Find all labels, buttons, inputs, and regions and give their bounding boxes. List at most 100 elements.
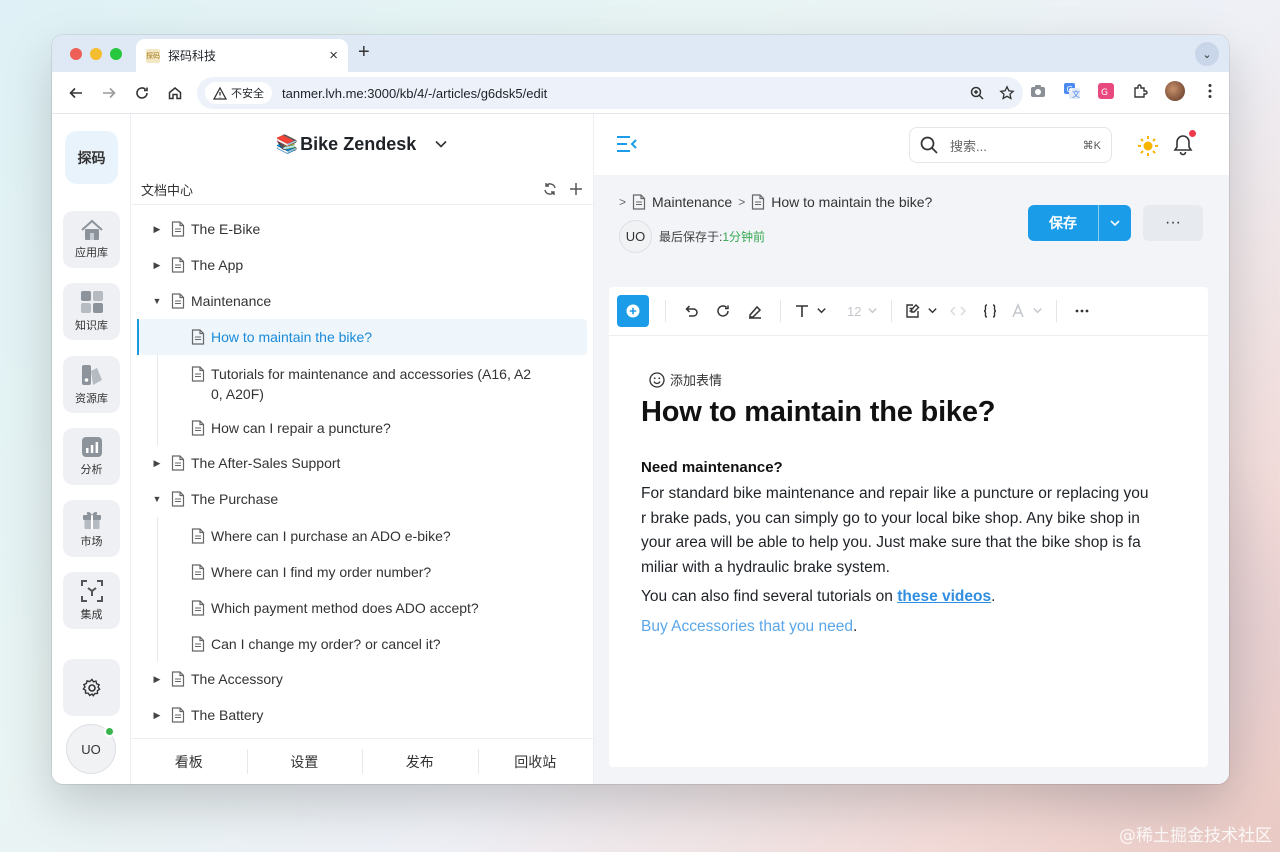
add-emoji-button[interactable]: 添加表情 — [649, 370, 1176, 389]
global-search[interactable]: 搜索... ⌘K — [909, 127, 1112, 163]
tree-label: Where can I purchase an ADO e-bike? — [211, 528, 451, 544]
app-logo[interactable]: 探码 — [65, 131, 118, 184]
app-rail: 探码 应用库 知识库 资源库 分析 市场 集成 UO — [52, 114, 131, 784]
rail-item-knowledge-base[interactable]: 知识库 — [63, 283, 120, 340]
notification-dot — [1189, 130, 1196, 137]
back-button[interactable] — [62, 79, 90, 107]
document-body[interactable]: 添加表情 How to maintain the bike? Need main… — [609, 370, 1208, 639]
article-paragraph[interactable]: For standard bike maintenance and repair… — [641, 482, 1176, 580]
tree-node-repair-puncture[interactable]: How can I repair a puncture? — [131, 409, 593, 445]
tree-node-change-order[interactable]: Can I change my order? or cancel it? — [131, 625, 593, 661]
author-avatar[interactable]: UO — [619, 220, 652, 253]
clear-format-button[interactable] — [740, 295, 770, 327]
tree-node-where-purchase[interactable]: Where can I purchase an ADO e-bike? — [131, 517, 593, 553]
translate-icon[interactable]: G文 — [1063, 82, 1081, 100]
security-indicator[interactable]: 不安全 — [205, 82, 272, 104]
forward-button[interactable] — [95, 79, 123, 107]
expand-arrow-icon[interactable]: ▶ — [151, 224, 163, 235]
sun-icon[interactable] — [1137, 135, 1159, 157]
undo-button[interactable] — [676, 295, 706, 327]
address-bar[interactable]: 不安全 tanmer.lvh.me:3000/kb/4/-/articles/g… — [197, 77, 1023, 109]
expand-arrow-icon[interactable]: ▶ — [151, 260, 163, 271]
insert-block-button[interactable] — [617, 295, 649, 327]
breadcrumb-item[interactable]: Maintenance — [652, 194, 732, 210]
new-tab-button[interactable]: + — [358, 41, 370, 64]
tree-node-order-number[interactable]: Where can I find my order number? — [131, 553, 593, 589]
expand-arrow-icon[interactable]: ▶ — [151, 458, 163, 469]
tree-node-payment-method[interactable]: Which payment method does ADO accept? — [131, 589, 593, 625]
zoom-icon[interactable] — [969, 85, 985, 101]
tab-search-button[interactable]: ⌄ — [1195, 42, 1219, 66]
knowledge-base-switcher[interactable]: 📚 Bike Zendesk — [131, 114, 593, 174]
rail-item-resources[interactable]: 资源库 — [63, 356, 120, 413]
minimize-window-button[interactable] — [90, 48, 102, 60]
tree-node-tutorials[interactable]: Tutorials for maintenance and accessorie… — [131, 355, 593, 409]
recycle-bin-button[interactable]: 回收站 — [477, 739, 594, 784]
videos-link[interactable]: these videos — [897, 588, 991, 605]
browser-tab[interactable]: 探码 探码科技 × — [136, 39, 348, 72]
tree-node-the-app[interactable]: ▶ The App — [131, 247, 593, 283]
bookmark-star-icon[interactable] — [999, 85, 1015, 101]
home-icon — [80, 219, 103, 240]
article-paragraph-videos[interactable]: You can also find several tutorials on t… — [641, 585, 1176, 610]
article-paragraph-accessories[interactable]: Buy Accessories that you need. — [641, 615, 1176, 640]
save-button[interactable]: 保存 — [1028, 205, 1098, 241]
inline-code-button[interactable] — [943, 295, 973, 327]
tree-node-the-battery[interactable]: ▶ The Battery — [131, 697, 593, 733]
tree-node-how-to-maintain[interactable]: How to maintain the bike? — [139, 319, 587, 355]
save-options-button[interactable] — [1098, 205, 1131, 241]
tree-node-the-purchase[interactable]: ▼ The Purchase — [131, 481, 593, 517]
settings-button[interactable] — [63, 659, 120, 716]
extensions-puzzle-icon[interactable] — [1131, 82, 1149, 100]
font-color-dropdown[interactable] — [1007, 295, 1046, 327]
rail-item-analytics[interactable]: 分析 — [63, 428, 120, 485]
text-style-dropdown[interactable] — [791, 295, 830, 327]
rail-item-market[interactable]: 市场 — [63, 500, 120, 557]
tree-node-after-sales[interactable]: ▶ The After-Sales Support — [131, 445, 593, 481]
refresh-icon[interactable] — [543, 182, 557, 196]
article-title[interactable]: How to maintain the bike? — [641, 396, 1176, 429]
paragraph-line: miliar with a hydraulic brake system. — [641, 558, 890, 576]
more-actions-button[interactable]: ··· — [1143, 205, 1203, 241]
document-icon — [632, 194, 646, 210]
font-size-dropdown[interactable]: 12 — [844, 295, 881, 327]
camera-icon[interactable] — [1029, 82, 1047, 100]
tree-node-the-e-bike[interactable]: ▶ The E-Bike — [131, 211, 593, 247]
document-tree: ▶ The E-Bike ▶ The App ▼ Maintenance How… — [131, 205, 593, 733]
accessories-link[interactable]: Buy Accessories that you need — [641, 618, 853, 635]
tab-close-icon[interactable]: × — [329, 47, 338, 64]
collapse-arrow-icon[interactable]: ▼ — [151, 494, 163, 504]
add-emoji-label: 添加表情 — [670, 373, 723, 388]
rail-item-app-library[interactable]: 应用库 — [63, 211, 120, 268]
expand-arrow-icon[interactable]: ▶ — [151, 674, 163, 685]
collapse-sidebar-icon[interactable] — [616, 135, 638, 153]
close-window-button[interactable] — [70, 48, 82, 60]
tree-node-maintenance[interactable]: ▼ Maintenance — [131, 283, 593, 319]
code-block-button[interactable] — [975, 295, 1005, 327]
tree-node-the-accessory[interactable]: ▶ The Accessory — [131, 661, 593, 697]
browser-menu-icon[interactable] — [1201, 82, 1219, 100]
grid-icon — [80, 291, 103, 313]
url-text[interactable]: tanmer.lvh.me:3000/kb/4/-/articles/g6dsk… — [282, 86, 969, 101]
board-button[interactable]: 看板 — [131, 739, 247, 784]
rail-item-integration[interactable]: 集成 — [63, 572, 120, 629]
reload-button[interactable] — [128, 79, 156, 107]
maximize-window-button[interactable] — [110, 48, 122, 60]
extension-pink-icon[interactable]: G — [1097, 82, 1115, 100]
collapse-arrow-icon[interactable]: ▼ — [151, 296, 163, 306]
more-tools-button[interactable] — [1067, 295, 1097, 327]
bell-icon[interactable] — [1173, 134, 1193, 156]
home-button[interactable] — [161, 79, 189, 107]
block-type-dropdown[interactable] — [902, 295, 941, 327]
publish-button[interactable]: 发布 — [362, 739, 478, 784]
rail-label: 分析 — [80, 464, 103, 476]
paragraph-line: r brake pads, you can simply go to your … — [641, 509, 1140, 527]
chevron-right-icon: > — [738, 195, 746, 209]
profile-avatar[interactable] — [1165, 81, 1185, 101]
tree-label: Which payment method does ADO accept? — [211, 600, 479, 616]
expand-arrow-icon[interactable]: ▶ — [151, 710, 163, 721]
kb-settings-button[interactable]: 设置 — [246, 739, 363, 784]
redo-button[interactable] — [708, 295, 738, 327]
add-document-icon[interactable] — [569, 182, 583, 196]
article-heading[interactable]: Need maintenance? — [641, 459, 1176, 476]
